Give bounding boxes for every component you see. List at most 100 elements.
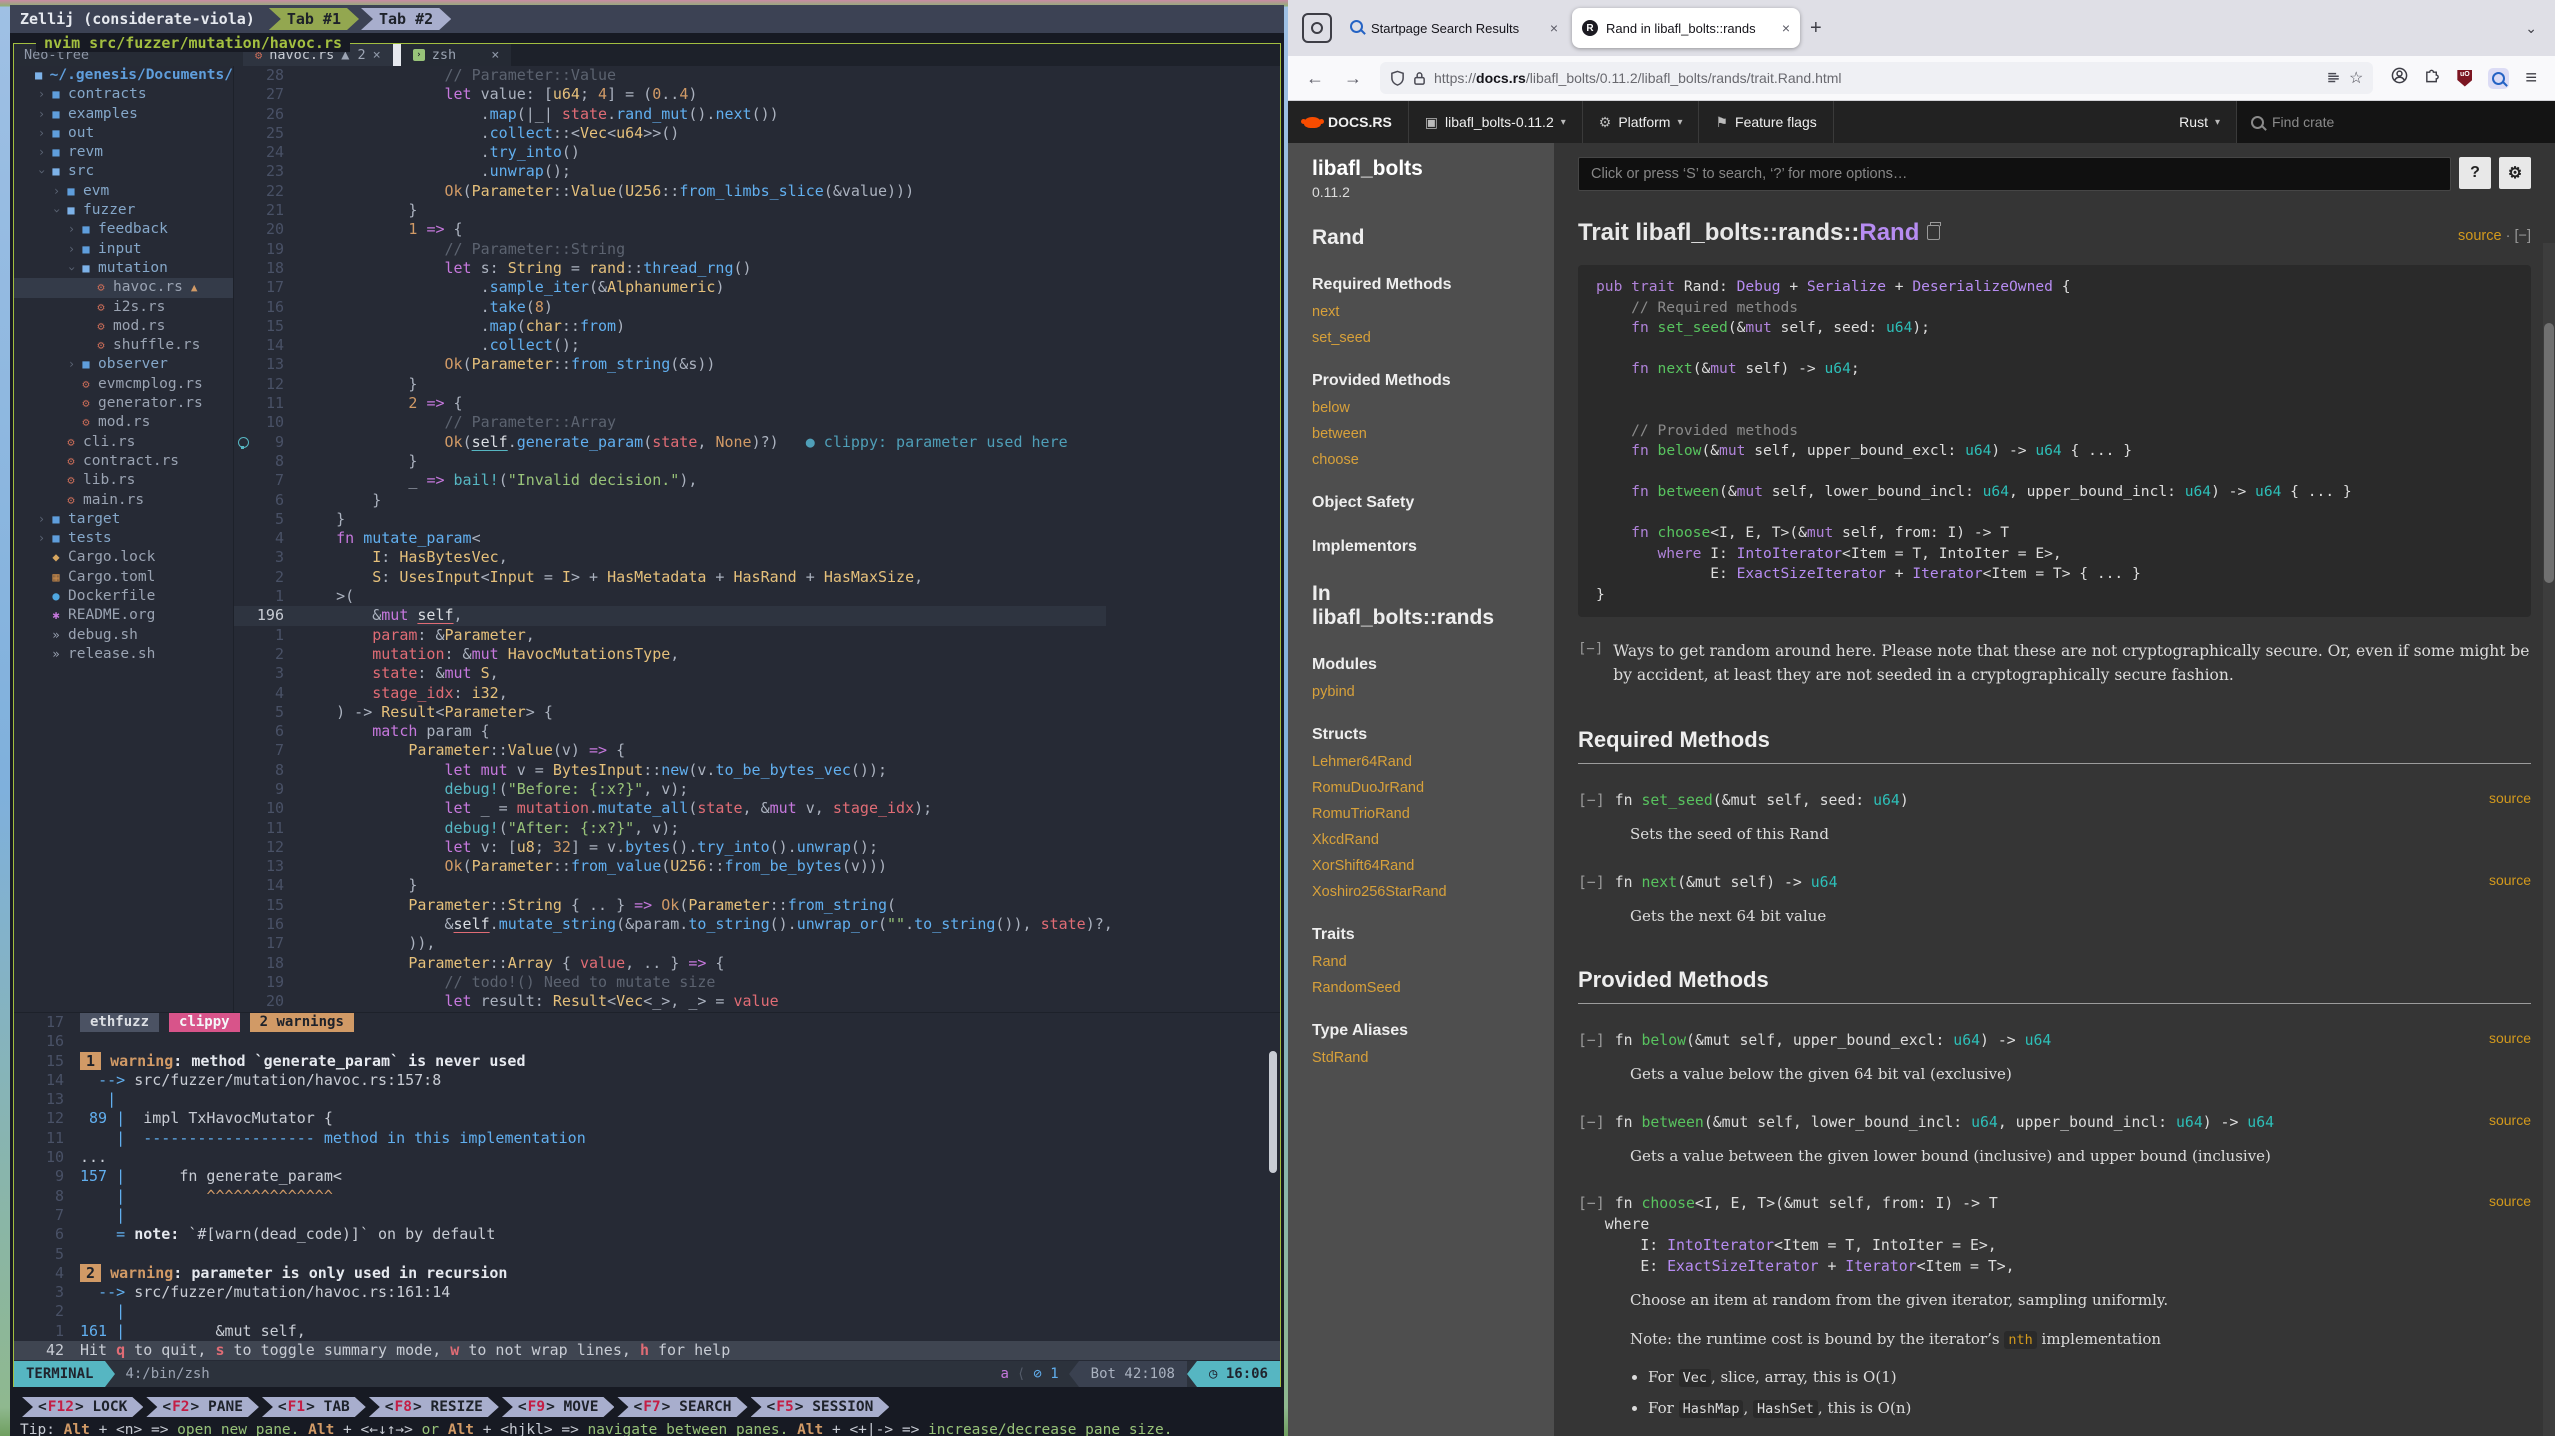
url-text[interactable]: https://docs.rs/libafl_bolts/0.11.2/liba… xyxy=(1434,70,2318,86)
close-icon[interactable]: × xyxy=(1550,20,1558,36)
url-bar[interactable]: https://docs.rs/libafl_bolts/0.11.2/liba… xyxy=(1380,62,2373,94)
back-button[interactable]: ← xyxy=(1296,68,1334,89)
tree-item-src[interactable]: ›■src xyxy=(14,162,233,181)
chevron-open-icon[interactable]: › xyxy=(62,262,81,275)
platform-menu[interactable]: ⚙ Platform ▾ xyxy=(1583,101,1700,143)
collapse-toggle[interactable]: [−] xyxy=(1578,1032,1605,1049)
keybind-lock[interactable]: <F12> LOCK xyxy=(22,1397,143,1417)
search-input[interactable]: Click or press ‘S’ to search, ‘?’ for mo… xyxy=(1578,157,2451,191)
source-link[interactable]: source xyxy=(2489,1112,2531,1128)
settings-gear-button[interactable]: ⚙ xyxy=(2499,157,2531,189)
sidebar-link-xoshiro256starrand[interactable]: Xoshiro256StarRand xyxy=(1312,884,1554,900)
chevron-closed-icon[interactable]: › xyxy=(35,124,48,143)
tree-item-out[interactable]: ›■out xyxy=(14,124,233,143)
ublock-origin-icon[interactable]: uO xyxy=(2457,70,2472,87)
collapse-toggle[interactable]: [−] xyxy=(1578,639,1603,687)
collapse-toggle[interactable]: [−] xyxy=(1578,792,1605,809)
bookmark-star-icon[interactable]: ☆ xyxy=(2349,68,2363,88)
firefox-view-icon[interactable] xyxy=(1302,13,1332,43)
sidebar-link-choose[interactable]: choose xyxy=(1312,452,1554,468)
sidebar-link-set_seed[interactable]: set_seed xyxy=(1312,330,1554,346)
sidebar-link-xorshift64rand[interactable]: XorShift64Rand xyxy=(1312,858,1554,874)
sidebar-link-romuduojrrand[interactable]: RomuDuoJrRand xyxy=(1312,780,1554,796)
tree-item-shuffle-rs[interactable]: ⚙shuffle.rs xyxy=(14,336,233,355)
chevron-closed-icon[interactable]: › xyxy=(65,240,78,259)
menu-hamburger-icon[interactable]: ≡ xyxy=(2525,67,2537,90)
tree-item-generator-rs[interactable]: ⚙generator.rs xyxy=(14,394,233,413)
sidebar-link-randomseed[interactable]: RandomSeed xyxy=(1312,980,1554,996)
keybind-resize[interactable]: <F8> RESIZE xyxy=(369,1397,499,1417)
help-button[interactable]: ? xyxy=(2459,157,2491,189)
tree-item-debug-sh[interactable]: »debug.sh xyxy=(14,626,233,645)
new-tab-button[interactable]: + xyxy=(1810,17,1822,40)
sidebar-link-lehmer64rand[interactable]: Lehmer64Rand xyxy=(1312,754,1554,770)
tree-item--genesis-documents-[interactable]: ■~/.genesis/Documents/ xyxy=(14,66,233,85)
code-editor[interactable]: 28 // Parameter::Value27 let value: [u64… xyxy=(234,66,1280,1012)
forward-button[interactable]: → xyxy=(1334,68,1372,89)
sidebar-link-next[interactable]: next xyxy=(1312,304,1554,320)
tree-item-mod-rs[interactable]: ⚙mod.rs xyxy=(14,413,233,432)
sidebar-link-below[interactable]: below xyxy=(1312,400,1554,416)
tree-item-contracts[interactable]: ›■contracts xyxy=(14,85,233,104)
startpage-extension-icon[interactable] xyxy=(2488,68,2509,89)
tree-item-contract-rs[interactable]: ⚙contract.rs xyxy=(14,452,233,471)
chevron-closed-icon[interactable]: › xyxy=(65,355,78,374)
tree-item-havoc-rs[interactable]: ⚙havoc.rs▲ xyxy=(14,278,233,297)
tree-item-lib-rs[interactable]: ⚙lib.rs xyxy=(14,471,233,490)
keybind-pane[interactable]: <F2> PANE xyxy=(146,1397,259,1417)
tree-item-dockerfile[interactable]: ●Dockerfile xyxy=(14,587,233,606)
rust-menu[interactable]: Rust ▾ xyxy=(2163,101,2237,143)
collapse-toggle[interactable]: [−] xyxy=(1578,1195,1605,1212)
sidebar-crate-name[interactable]: libafl_bolts xyxy=(1312,157,1554,180)
copy-path-icon[interactable] xyxy=(1927,225,1940,240)
chevron-closed-icon[interactable]: › xyxy=(35,85,48,104)
scrollbar-thumb[interactable] xyxy=(1269,1051,1277,1173)
tree-item-cli-rs[interactable]: ⚙cli.rs xyxy=(14,433,233,452)
extensions-puzzle-icon[interactable] xyxy=(2424,67,2441,89)
tree-item-evm[interactable]: ›■evm xyxy=(14,182,233,201)
source-link[interactable]: source xyxy=(2458,228,2502,244)
sidebar-link-between[interactable]: between xyxy=(1312,426,1554,442)
crate-version-menu[interactable]: ▣ libafl_bolts-0.11.2 ▾ xyxy=(1409,101,1583,143)
tree-item-cargo-lock[interactable]: ◆Cargo.lock xyxy=(14,548,233,567)
chevron-open-icon[interactable]: › xyxy=(32,166,51,179)
tree-item-cargo-toml[interactable]: ▦Cargo.toml xyxy=(14,568,233,587)
keybind-search[interactable]: <F7> SEARCH xyxy=(617,1397,747,1417)
chevron-closed-icon[interactable]: › xyxy=(35,105,48,124)
shield-icon[interactable] xyxy=(1390,70,1405,86)
close-icon[interactable]: × xyxy=(491,47,499,63)
sidebar-link-rand[interactable]: Rand xyxy=(1312,954,1554,970)
tree-item-mutation[interactable]: ›■mutation xyxy=(14,259,233,278)
collapse-toggle[interactable]: [−] xyxy=(1578,1114,1605,1131)
chevron-closed-icon[interactable]: › xyxy=(35,510,48,529)
browser-tab-1[interactable]: Startpage Search Results× xyxy=(1340,8,1568,48)
zellij-tab-1[interactable]: Tab #1 xyxy=(269,8,359,30)
close-icon[interactable]: × xyxy=(1782,20,1790,36)
feature-flags-link[interactable]: ⚑ Feature flags xyxy=(1699,101,1833,143)
list-all-tabs-icon[interactable]: ⌄ xyxy=(2525,20,2537,37)
tree-item-observer[interactable]: ›■observer xyxy=(14,355,233,374)
tree-item-evmcmplog-rs[interactable]: ⚙evmcmplog.rs xyxy=(14,375,233,394)
source-link[interactable]: source xyxy=(2489,1030,2531,1046)
sidebar-link-pybind[interactable]: pybind xyxy=(1312,684,1554,700)
zellij-tab-2[interactable]: Tab #2 xyxy=(361,8,451,30)
tree-item-fuzzer[interactable]: ›■fuzzer xyxy=(14,201,233,220)
sidebar-link-stdrand[interactable]: StdRand xyxy=(1312,1050,1554,1066)
source-link[interactable]: source xyxy=(2489,872,2531,888)
tree-item-release-sh[interactable]: »release.sh xyxy=(14,645,233,664)
sidebar-link-xkcdrand[interactable]: XkcdRand xyxy=(1312,832,1554,848)
browser-tab-2[interactable]: RRand in libafl_bolts::rands× xyxy=(1572,8,1800,48)
tree-item-revm[interactable]: ›■revm xyxy=(14,143,233,162)
page-scrollbar[interactable] xyxy=(2543,243,2555,1436)
keybind-tab[interactable]: <F1> TAB xyxy=(262,1397,366,1417)
chevron-closed-icon[interactable]: › xyxy=(35,529,48,548)
lightbulb-icon[interactable] xyxy=(238,437,249,448)
chevron-open-icon[interactable]: › xyxy=(47,204,66,217)
collapse-toggle[interactable]: [−] xyxy=(1578,874,1605,891)
find-crate-search[interactable]: Find crate xyxy=(2237,101,2555,143)
tree-item-mod-rs[interactable]: ⚙mod.rs xyxy=(14,317,233,336)
close-icon[interactable]: × xyxy=(373,47,381,63)
chevron-closed-icon[interactable]: › xyxy=(35,143,48,162)
sidebar-link-romutriorand[interactable]: RomuTrioRand xyxy=(1312,806,1554,822)
tree-item-examples[interactable]: ›■examples xyxy=(14,105,233,124)
